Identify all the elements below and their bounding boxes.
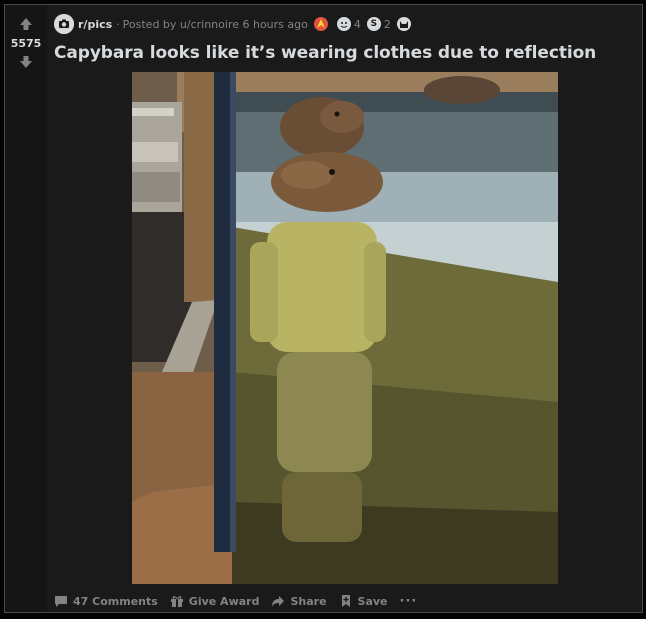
silver-award-icon: S — [366, 17, 381, 31]
vote-score: 5575 — [10, 37, 42, 50]
wholesome-award-count: 4 — [353, 17, 361, 31]
share-arrow-icon — [272, 596, 285, 607]
post-actions: 47 Comments Give Award Share Save ··· — [54, 590, 429, 612]
posted-by-text[interactable]: Posted by u/crinnoire 6 hours ago — [123, 18, 308, 31]
vote-column: 5575 — [5, 5, 47, 612]
upvote-button[interactable] — [17, 15, 35, 33]
bookmark-plus-icon — [341, 595, 350, 607]
save-label: Save — [357, 594, 388, 608]
gift-icon — [170, 596, 183, 607]
meta-separator: · — [116, 17, 120, 31]
share-label: Share — [290, 594, 327, 608]
comment-icon — [55, 596, 67, 607]
camera-icon — [54, 14, 74, 34]
award-silver[interactable]: S 2 — [366, 17, 391, 31]
post-title[interactable]: Capybara looks like it’s wearing clothes… — [54, 43, 596, 63]
arrow-down-icon — [20, 56, 32, 68]
share-button[interactable]: Share — [271, 594, 327, 608]
capybara-photo — [132, 72, 558, 584]
save-button[interactable]: Save — [339, 594, 388, 608]
more-options-button[interactable]: ··· — [400, 594, 418, 609]
subreddit-icon[interactable] — [54, 14, 74, 34]
award-wholesome[interactable]: 4 — [336, 17, 361, 31]
post-meta: r/pics · Posted by u/crinnoire 6 hours a… — [54, 13, 420, 35]
post-card[interactable]: 5575 r/pics · Posted by u/crinnoire 6 ho… — [4, 4, 643, 613]
wholesome-award-icon — [336, 17, 351, 31]
give-award-label: Give Award — [188, 594, 260, 608]
give-award-button[interactable]: Give Award — [170, 594, 260, 608]
downvote-button[interactable] — [17, 53, 35, 71]
award-rocket[interactable] — [313, 17, 331, 31]
arrow-up-icon — [20, 18, 32, 30]
comments-label: 47 Comments — [73, 594, 158, 608]
comments-button[interactable]: 47 Comments — [54, 594, 158, 608]
subreddit-link[interactable]: r/pics — [78, 18, 112, 31]
post-image[interactable] — [132, 72, 558, 584]
cat-award-icon — [396, 17, 411, 31]
silver-award-count: 2 — [383, 17, 391, 31]
award-cat[interactable] — [396, 17, 414, 31]
more-options-icon: ··· — [399, 593, 418, 609]
rocket-award-icon — [313, 17, 328, 31]
